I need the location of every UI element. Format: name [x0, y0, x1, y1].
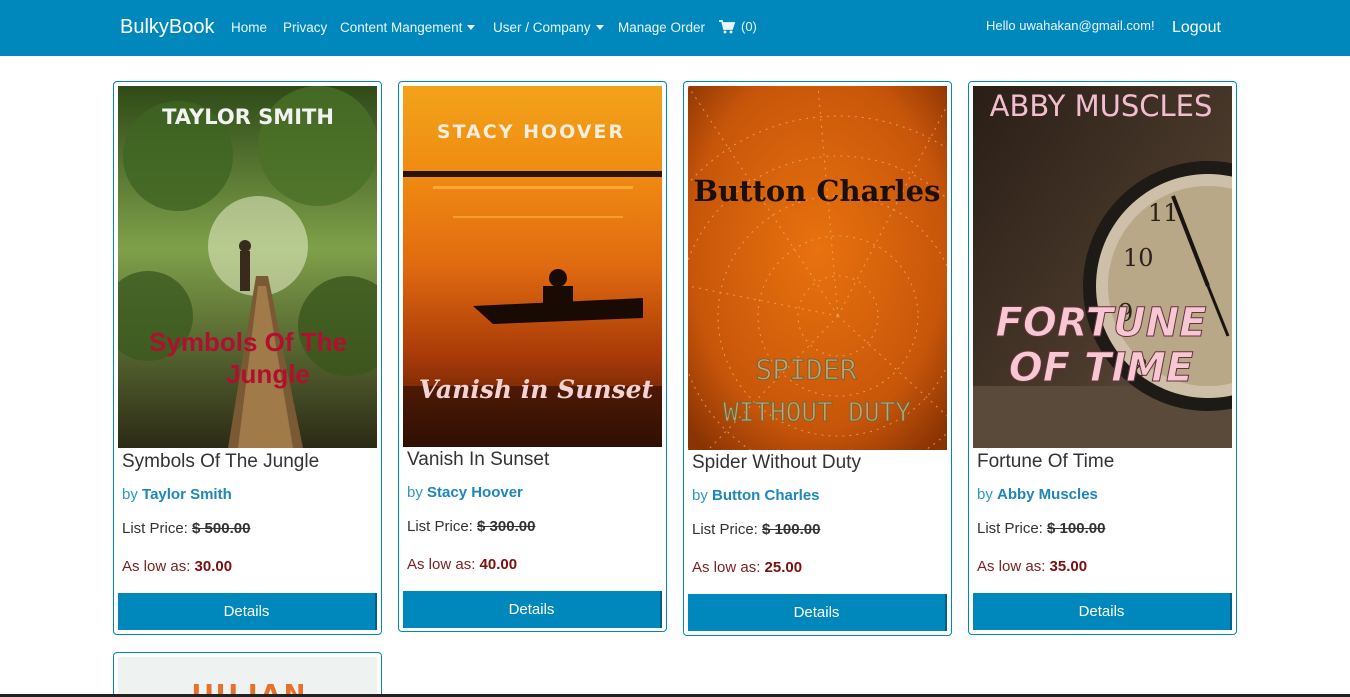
book-author: by Abby Muscles: [977, 486, 1098, 503]
list-price-value: $ 500.00: [192, 520, 251, 537]
product-card: TAYLOR SMITH Symbols Of The Jungle Symbo…: [113, 81, 382, 635]
by-label: by: [407, 484, 423, 501]
book-title[interactable]: Spider Without Duty: [692, 452, 861, 474]
nav-content-management[interactable]: Content Mangement: [340, 20, 476, 35]
book-author: by Taylor Smith: [122, 486, 232, 503]
list-price-value: $ 300.00: [477, 518, 536, 535]
author-name: Taylor Smith: [142, 486, 232, 503]
low-price-value: 30.00: [194, 558, 233, 575]
list-price-label: List Price:: [122, 520, 188, 537]
by-label: by: [122, 486, 138, 503]
book-title[interactable]: Vanish In Sunset: [407, 449, 549, 471]
list-price: List Price: $ 300.00: [407, 518, 535, 535]
by-label: by: [692, 487, 708, 504]
details-button[interactable]: Details: [973, 593, 1232, 630]
low-price-label: As low as:: [407, 556, 476, 573]
cover-author-text: Button Charles: [694, 174, 941, 208]
cart-link[interactable]: (0): [719, 19, 757, 34]
product-card: STACY HOOVER Vanish in Sunset Vanish In …: [398, 81, 667, 632]
nav-content-label: Content Mangement: [340, 20, 463, 35]
list-price-label: List Price:: [977, 520, 1043, 537]
list-price: List Price: $ 500.00: [122, 520, 250, 537]
product-card: JULIAN: [113, 652, 382, 697]
logout-button[interactable]: Logout: [1172, 19, 1221, 37]
cover-title-text: FORTUNE: [996, 300, 1207, 346]
list-price: List Price: $ 100.00: [692, 521, 820, 538]
list-price-value: $ 100.00: [762, 521, 821, 538]
cover-author-text: TAYLOR SMITH: [162, 105, 334, 129]
details-button[interactable]: Details: [118, 593, 377, 630]
book-author: by Button Charles: [692, 487, 820, 504]
author-name: Button Charles: [712, 487, 820, 504]
list-price: List Price: $ 100.00: [977, 520, 1105, 537]
nav-privacy[interactable]: Privacy: [283, 20, 327, 35]
book-cover-image: STACY HOOVER Vanish in Sunset: [403, 86, 662, 447]
cover-author-text: STACY HOOVER: [437, 121, 625, 143]
book-title[interactable]: Symbols Of The Jungle: [122, 451, 319, 473]
list-price-value: $ 100.00: [1047, 520, 1106, 537]
book-cover-image: TAYLOR SMITH Symbols Of The Jungle: [118, 86, 377, 448]
details-button[interactable]: Details: [688, 594, 947, 631]
cover-author-text: ABBY MUSCLES: [990, 89, 1213, 123]
cart-count: (0): [741, 19, 757, 34]
details-button[interactable]: Details: [403, 591, 662, 628]
by-label: by: [977, 486, 993, 503]
cover-title-text: SPIDER: [755, 353, 856, 386]
product-card: Button Charles SPIDER WITHOUT DUTY Spide…: [683, 81, 952, 636]
low-price: As low as: 40.00: [407, 556, 517, 573]
low-price-value: 35.00: [1049, 558, 1088, 575]
author-name: Abby Muscles: [997, 486, 1098, 503]
book-author: by Stacy Hoover: [407, 484, 523, 501]
cover-title-text: WITHOUT DUTY: [723, 398, 911, 428]
svg-text:10: 10: [1123, 244, 1154, 272]
low-price-value: 25.00: [764, 559, 803, 576]
cover-title-text: Symbols Of The: [149, 327, 347, 357]
caret-down-icon: [467, 25, 476, 30]
book-cover-image: Button Charles SPIDER WITHOUT DUTY: [688, 86, 947, 450]
nav-user-company[interactable]: User / Company: [493, 20, 604, 35]
product-card: 11 10 9 8 ABBY MUSCLES FORTUNE OF TIME F…: [968, 81, 1237, 635]
cover-title-text: Vanish in Sunset: [419, 375, 654, 404]
low-price-value: 40.00: [479, 556, 518, 573]
author-name: Stacy Hoover: [427, 484, 523, 501]
cover-title-text: Jungle: [226, 359, 310, 389]
nav-home[interactable]: Home: [231, 20, 267, 35]
user-greeting[interactable]: Hello uwahakan@gmail.com!: [986, 18, 1155, 33]
nav-manage-order[interactable]: Manage Order: [618, 20, 705, 35]
nav-user-company-label: User / Company: [493, 20, 591, 35]
brand-link[interactable]: BulkyBook: [120, 16, 215, 39]
book-cover-image: JULIAN: [118, 657, 377, 697]
low-price-label: As low as:: [977, 558, 1046, 575]
caret-down-icon: [595, 25, 604, 30]
low-price: As low as: 35.00: [977, 558, 1087, 575]
low-price-label: As low as:: [122, 558, 191, 575]
cover-title-text: OF TIME: [1009, 345, 1194, 391]
low-price: As low as: 30.00: [122, 558, 232, 575]
book-cover-image: 11 10 9 8 ABBY MUSCLES FORTUNE OF TIME: [973, 86, 1232, 448]
cart-icon: [719, 19, 735, 33]
book-title[interactable]: Fortune Of Time: [977, 451, 1114, 473]
low-price: As low as: 25.00: [692, 559, 802, 576]
list-price-label: List Price:: [407, 518, 473, 535]
low-price-label: As low as:: [692, 559, 761, 576]
list-price-label: List Price:: [692, 521, 758, 538]
navbar: BulkyBook Home Privacy Content Mangement…: [0, 0, 1350, 56]
